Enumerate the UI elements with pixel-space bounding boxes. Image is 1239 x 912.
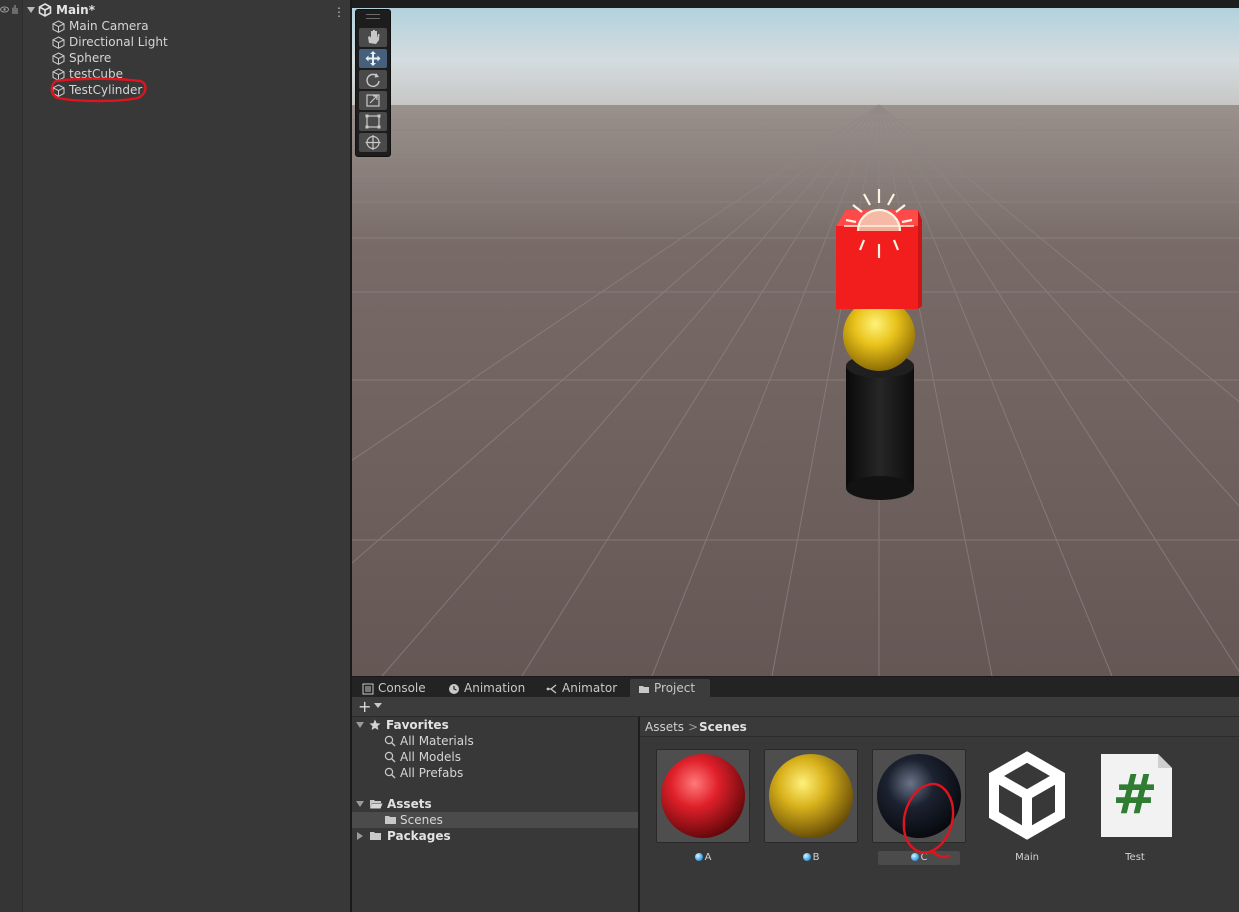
tab-console[interactable]: Console <box>354 679 438 698</box>
red-circle-annotation <box>902 782 955 859</box>
chevron-down-icon[interactable] <box>374 703 382 708</box>
rotate-icon <box>366 73 380 87</box>
search-icon <box>384 767 396 779</box>
tab-animator[interactable]: Animator <box>538 679 624 698</box>
scale-icon <box>366 94 380 107</box>
transform-icon <box>365 135 381 150</box>
material-sphere-icon <box>661 754 745 838</box>
favorites-row[interactable]: Favorites <box>356 717 636 733</box>
asset-name: B <box>812 852 820 863</box>
search-icon <box>384 751 396 763</box>
favorite-all-models[interactable]: All Models <box>382 749 636 765</box>
hierarchy-gutter <box>0 0 23 912</box>
search-icon <box>384 735 396 747</box>
star-icon <box>369 719 381 730</box>
scene-viewport[interactable] <box>352 0 1239 676</box>
project-toolbar: + <box>352 697 1239 717</box>
transform-tool-button[interactable] <box>359 133 387 152</box>
tab-label: Animator <box>562 681 618 695</box>
hierarchy-panel: Main* ⋮ Main Camera Directional Light Sp… <box>0 0 351 912</box>
scene-foldout-arrow[interactable] <box>27 7 35 13</box>
scenes-folder-label: Scenes <box>400 813 443 827</box>
packages-folder-label: Packages <box>387 829 451 843</box>
sphere-object[interactable] <box>843 299 915 371</box>
asset-label-b: B <box>764 851 858 865</box>
asset-material-a[interactable] <box>656 749 750 843</box>
tab-animation[interactable]: Animation <box>440 679 532 698</box>
favorite-all-prefabs[interactable]: All Prefabs <box>382 765 636 781</box>
tab-project[interactable]: Project <box>630 679 710 698</box>
asset-scene-main[interactable] <box>980 749 1074 843</box>
hierarchy-menu-icon[interactable]: ⋮ <box>333 5 345 19</box>
favorites-foldout-arrow[interactable] <box>356 722 364 728</box>
rect-tool-button[interactable] <box>359 112 387 131</box>
bottom-panel: Console Animation Animator Project + Fav… <box>352 676 1239 912</box>
tab-label: Project <box>654 681 696 695</box>
scene-toolbar-strip <box>352 0 1239 8</box>
favorites-label: Favorites <box>386 718 449 732</box>
red-circle-annotation <box>50 77 147 103</box>
scene-name: Main* <box>56 3 95 17</box>
asset-script-test[interactable]: # <box>1088 749 1182 843</box>
hand-tool-button[interactable] <box>359 28 387 47</box>
assets-folder-label: Assets <box>387 797 432 811</box>
assets-foldout-arrow[interactable] <box>356 801 364 807</box>
packages-folder-row[interactable]: Packages <box>356 828 636 844</box>
asset-label-test: Test <box>1125 852 1145 863</box>
asset-material-b[interactable] <box>764 749 858 843</box>
folder-icon <box>385 816 396 824</box>
material-sphere-icon <box>769 754 853 838</box>
testcylinder-object[interactable] <box>846 354 914 500</box>
move-tool-button[interactable] <box>359 49 387 68</box>
favorite-label: All Prefabs <box>400 766 464 780</box>
material-icon <box>802 853 811 861</box>
scenes-folder-row[interactable]: Scenes <box>352 812 638 828</box>
folder-icon <box>639 686 649 693</box>
tab-label: Animation <box>464 681 526 695</box>
palette-grip[interactable] <box>366 14 380 19</box>
assets-folder-row[interactable]: Assets <box>356 796 636 812</box>
asset-label-a: A <box>656 851 750 865</box>
gameobject-cube-icon <box>52 20 65 33</box>
hierarchy-item-label: Main Camera <box>69 19 149 33</box>
move-arrows-icon <box>365 51 381 66</box>
animator-icon <box>546 684 557 694</box>
breadcrumb-scenes[interactable]: Scenes <box>699 719 747 735</box>
tool-palette <box>355 9 391 157</box>
scene-view[interactable] <box>352 0 1239 676</box>
animation-icon <box>449 684 459 694</box>
favorite-label: All Models <box>400 750 461 764</box>
gameobject-cube-icon <box>52 36 65 49</box>
favorite-all-materials[interactable]: All Materials <box>382 733 636 749</box>
gameobject-cube-icon <box>52 52 65 65</box>
material-icon <box>694 853 703 861</box>
add-asset-button[interactable]: + <box>358 697 371 717</box>
scale-tool-button[interactable] <box>359 91 387 110</box>
asset-grid: Assets > Scenes A B C Main # Test <box>640 717 1239 912</box>
folder-open-icon <box>370 800 383 809</box>
scene-root-row[interactable]: Main* ⋮ <box>0 2 351 19</box>
breadcrumb-assets[interactable]: Assets <box>645 719 684 735</box>
tab-label: Console <box>378 681 426 695</box>
bottom-tabbar: Console Animation Animator Project <box>352 676 1239 698</box>
breadcrumb: Assets > Scenes <box>640 717 1239 737</box>
asset-label-main: Main <box>1015 852 1039 863</box>
folder-icon <box>370 832 381 840</box>
favorite-label: All Materials <box>400 734 474 748</box>
rotate-tool-button[interactable] <box>359 70 387 89</box>
asset-name: A <box>704 852 712 863</box>
project-folder-tree: Favorites All Materials All Models All P… <box>352 717 638 912</box>
hierarchy-item-label: Sphere <box>69 51 112 65</box>
hand-icon <box>368 30 380 44</box>
unity-scene-icon <box>989 751 1065 840</box>
unity-scene-icon <box>38 3 52 17</box>
console-icon <box>362 683 374 695</box>
rect-transform-icon <box>365 114 381 129</box>
script-hash-glyph: # <box>1112 763 1158 826</box>
breadcrumb-separator: > <box>688 720 699 734</box>
packages-foldout-arrow[interactable] <box>357 832 363 840</box>
hierarchy-item-label: Directional Light <box>69 35 168 49</box>
